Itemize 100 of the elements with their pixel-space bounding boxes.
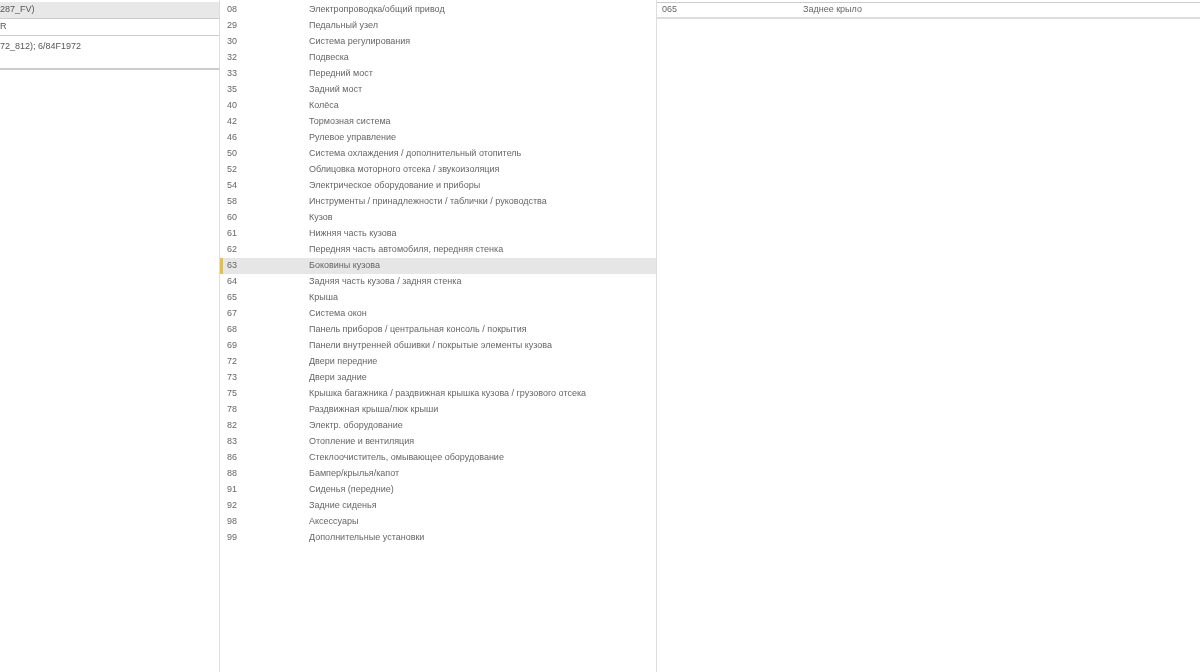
group-name: Сиденья (передние): [309, 483, 394, 497]
group-name: Инструменты / принадлежности / таблички / руководства: [309, 195, 547, 209]
group-name: Система регулирования: [309, 35, 411, 49]
group-code: 61: [226, 227, 238, 241]
group-name: Педальный узел: [309, 19, 378, 33]
group-row[interactable]: 68 Панель приборов / центральная консоль / покрытия: [220, 322, 656, 338]
group-row[interactable]: 83 Отопление и вентиляция: [220, 434, 656, 450]
group-row[interactable]: 33 Передний мост: [220, 66, 656, 82]
group-row[interactable]: 73 Двери задние: [220, 370, 656, 386]
group-row[interactable]: 32 Подвеска: [220, 50, 656, 66]
group-code: 63: [226, 259, 238, 273]
group-code: 46: [226, 131, 238, 145]
group-row[interactable]: 46 Рулевое управление: [220, 130, 656, 146]
group-name: Передний мост: [309, 67, 373, 81]
group-row[interactable]: 29 Педальный узел: [220, 18, 656, 34]
group-name: Стеклоочиститель, омывающее оборудование: [309, 451, 504, 465]
group-code: 73: [226, 371, 238, 385]
group-name: Отопление и вентиляция: [309, 435, 415, 449]
group-code: 33: [226, 67, 238, 81]
group-code: 58: [226, 195, 238, 209]
group-code: 52: [226, 163, 238, 177]
group-name: Боковины кузова: [309, 259, 380, 273]
group-code: 88: [226, 467, 238, 481]
group-row[interactable]: 50 Система охлаждения / дополнительный отопитель: [220, 146, 656, 162]
group-name: Крышка багажника / раздвижная крышка кузова / грузового отсека: [309, 387, 587, 401]
group-row[interactable]: 30 Система регулирования: [220, 34, 656, 50]
group-row[interactable]: 91 Сиденья (передние): [220, 482, 656, 498]
group-code: 83: [226, 435, 238, 449]
group-code: 86: [226, 451, 238, 465]
group-code: 60: [226, 211, 238, 225]
group-code: 08: [226, 3, 238, 17]
group-code: 62: [226, 243, 238, 257]
group-row[interactable]: 67 Система окон: [220, 306, 656, 322]
group-name: Кузов: [309, 211, 333, 225]
group-code: 92: [226, 499, 238, 513]
group-code: 78: [226, 403, 238, 417]
group-row[interactable]: 92 Задние сиденья: [220, 498, 656, 514]
subgroup-name: Заднее крыло: [803, 3, 862, 17]
group-row[interactable]: 42 Тормозная система: [220, 114, 656, 130]
group-row[interactable]: 62 Передняя часть автомобиля, передняя стенка: [220, 242, 656, 258]
group-name: Задняя часть кузова / задняя стенка: [309, 275, 462, 289]
group-name: Крыша: [309, 291, 338, 305]
group-name: Панель приборов / центральная консоль / покрытия: [309, 323, 527, 337]
group-row[interactable]: 64 Задняя часть кузова / задняя стенка: [220, 274, 656, 290]
group-row[interactable]: 52 Облицовка моторного отсека / звукоизоляция: [220, 162, 656, 178]
model-row[interactable]: R: [0, 19, 219, 36]
group-code: 68: [226, 323, 238, 337]
group-code: 30: [226, 35, 238, 49]
group-name: Система охлаждения / дополнительный отопитель: [309, 147, 522, 161]
group-row[interactable]: 98 Аксессуары: [220, 514, 656, 530]
group-name: Электропроводка/общий привод: [309, 3, 445, 17]
group-row[interactable]: 61 Нижняя часть кузова: [220, 226, 656, 242]
group-name: Панели внутренней обшивки / покрытые элементы кузова: [309, 339, 552, 353]
group-row[interactable]: 40 Колёса: [220, 98, 656, 114]
group-row[interactable]: 35 Задний мост: [220, 82, 656, 98]
group-code: 75: [226, 387, 238, 401]
group-name: Бампер/крылья/капот: [309, 467, 400, 481]
group-name: Раздвижная крыша/люк крыши: [309, 403, 439, 417]
group-name: Двери передние: [309, 355, 378, 369]
group-code: 69: [226, 339, 238, 353]
group-row[interactable]: 78 Раздвижная крыша/люк крыши: [220, 402, 656, 418]
group-name: Передняя часть автомобиля, передняя стенка: [309, 243, 504, 257]
group-code: 29: [226, 19, 238, 33]
group-code: 32: [226, 51, 238, 65]
group-name: Дополнительные установки: [309, 531, 425, 545]
group-row[interactable]: 72 Двери передние: [220, 354, 656, 370]
group-name: Нижняя часть кузова: [309, 227, 397, 241]
group-row[interactable]: 63 Боковины кузова: [220, 258, 656, 274]
group-name: Электр. оборудование: [309, 419, 403, 433]
group-name: Двери задние: [309, 371, 367, 385]
group-row[interactable]: 86 Стеклоочиститель, омывающее оборудование: [220, 450, 656, 466]
group-code: 65: [226, 291, 238, 305]
group-name: Электрическое оборудование и приборы: [309, 179, 481, 193]
model-row[interactable]: 72_812); 6/84F1972: [0, 36, 219, 70]
group-code: 42: [226, 115, 238, 129]
group-row[interactable]: 08 Электропроводка/общий привод: [220, 2, 656, 18]
group-code: 72: [226, 355, 238, 369]
group-row[interactable]: 82 Электр. оборудование: [220, 418, 656, 434]
group-row[interactable]: 58 Инструменты / принадлежности / таблички / руководства: [220, 194, 656, 210]
group-code: 64: [226, 275, 238, 289]
group-name: Колёса: [309, 99, 339, 113]
group-name: Рулевое управление: [309, 131, 396, 145]
group-code: 99: [226, 531, 238, 545]
group-row[interactable]: 54 Электрическое оборудование и приборы: [220, 178, 656, 194]
group-code: 35: [226, 83, 238, 97]
group-code: 67: [226, 307, 238, 321]
subgroup-row[interactable]: 065 Заднее крыло: [657, 2, 1200, 19]
group-row[interactable]: 75 Крышка багажника / раздвижная крышка кузова / грузового отсека: [220, 386, 656, 402]
group-code: 82: [226, 419, 238, 433]
model-row[interactable]: 287_FV): [0, 2, 219, 19]
group-row[interactable]: 60 Кузов: [220, 210, 656, 226]
group-code: 50: [226, 147, 238, 161]
group-row[interactable]: 99 Дополнительные установки: [220, 530, 656, 546]
group-row[interactable]: 65 Крыша: [220, 290, 656, 306]
group-row[interactable]: 88 Бампер/крылья/капот: [220, 466, 656, 482]
group-code: 54: [226, 179, 238, 193]
group-row[interactable]: 69 Панели внутренней обшивки / покрытые элементы кузова: [220, 338, 656, 354]
group-name: Задние сиденья: [309, 499, 377, 513]
group-code: 40: [226, 99, 238, 113]
group-name: Тормозная система: [309, 115, 391, 129]
